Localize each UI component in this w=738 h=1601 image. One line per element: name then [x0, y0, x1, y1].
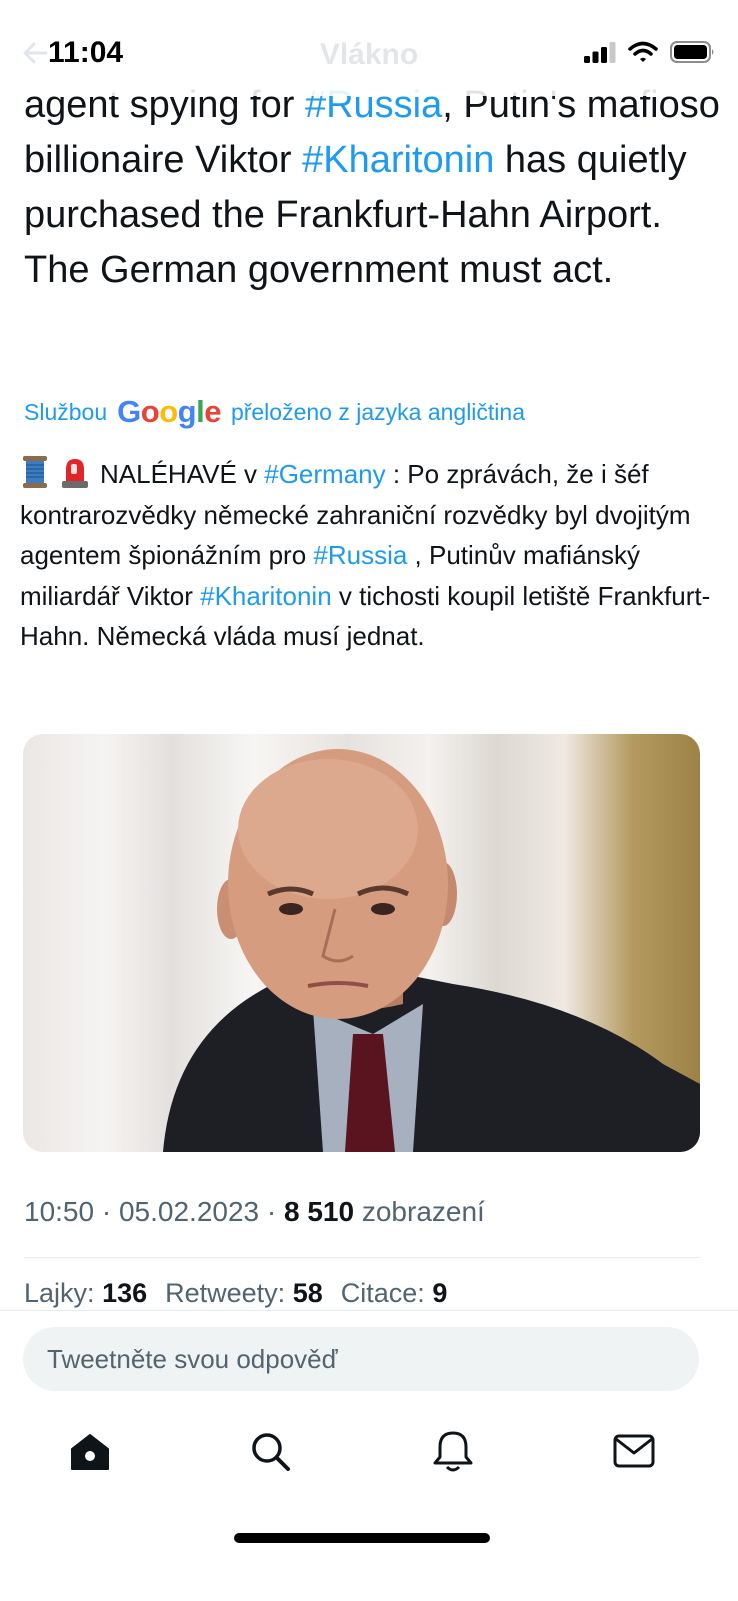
views-label: zobrazení — [361, 1196, 485, 1227]
battery-icon — [670, 41, 714, 63]
tweet-translated-text: NALÉHAVÉ v #Germany : Po zprávách, že i … — [20, 454, 720, 657]
retweets-count: 58 — [292, 1278, 323, 1308]
google-logo-letter: o — [159, 394, 178, 429]
views-count: 8 510 — [284, 1196, 355, 1227]
status-icons — [584, 40, 716, 64]
translation-suffix: přeloženo z jazyka angličtina — [230, 398, 525, 425]
hashtag-russia[interactable]: #Russia — [313, 540, 407, 570]
tweet-time: 10:50 — [24, 1196, 95, 1227]
likes-stat[interactable]: Lajky: 136 — [24, 1278, 147, 1309]
tab-bar — [0, 1429, 738, 1489]
portrait-illustration — [163, 749, 700, 1152]
google-logo-letter: l — [196, 394, 205, 429]
hashtag-kharitonin[interactable]: #Kharitonin — [200, 581, 332, 611]
cellular-signal-icon — [584, 42, 616, 63]
thread-spool-icon — [23, 456, 47, 488]
quotes-stat[interactable]: Citace: 9 — [341, 1278, 448, 1309]
text-segment: NALÉHAVÉ v — [100, 459, 265, 489]
likes-label: Lajky: — [24, 1278, 95, 1308]
hashtag-germany[interactable]: #Germany — [264, 459, 385, 489]
tweet-stats: Lajky: 136 Retweety: 58 Citace: 9 — [24, 1278, 447, 1309]
tweet-photo[interactable] — [23, 734, 700, 1152]
google-logo-letter: e — [204, 394, 221, 429]
tweet-original-text: agent spying for #Russia, Putin's mafios… — [24, 78, 724, 298]
home-indicator — [234, 1533, 490, 1543]
translation-attribution[interactable]: Službou Google přeloženo z jazyka anglič… — [24, 394, 525, 430]
reply-input[interactable]: Tweetněte svou odpověď — [23, 1327, 699, 1391]
google-logo-letter: G — [117, 394, 141, 429]
search-icon[interactable] — [248, 1429, 292, 1473]
quotes-label: Citace: — [340, 1278, 425, 1308]
bottom-panel: Tweetněte svou odpověď — [0, 1310, 738, 1601]
hashtag-kharitonin[interactable]: #Kharitonin — [302, 139, 494, 181]
top-bar: Vlákno 11:04 — [0, 0, 738, 96]
wifi-icon — [628, 41, 658, 62]
divider — [24, 1257, 700, 1258]
police-light-icon — [62, 459, 88, 488]
google-logo-letter: g — [177, 394, 197, 429]
bell-icon[interactable] — [431, 1429, 475, 1473]
google-logo-letter: o — [140, 394, 160, 429]
home-icon[interactable] — [68, 1429, 112, 1473]
likes-count: 136 — [102, 1278, 148, 1308]
translation-prefix: Službou — [24, 398, 108, 425]
retweets-label: Retweety: — [165, 1278, 286, 1308]
google-logo: Google — [117, 394, 221, 430]
mail-icon[interactable] — [612, 1429, 656, 1473]
retweets-stat[interactable]: Retweety: 58 — [165, 1278, 323, 1309]
tweet-meta: 10:50 · 05.02.2023 · 8 510 zobrazení — [24, 1196, 485, 1227]
status-time: 11:04 — [48, 36, 124, 69]
quotes-count: 9 — [432, 1278, 448, 1308]
tweet-date: 05.02.2023 — [118, 1196, 260, 1227]
